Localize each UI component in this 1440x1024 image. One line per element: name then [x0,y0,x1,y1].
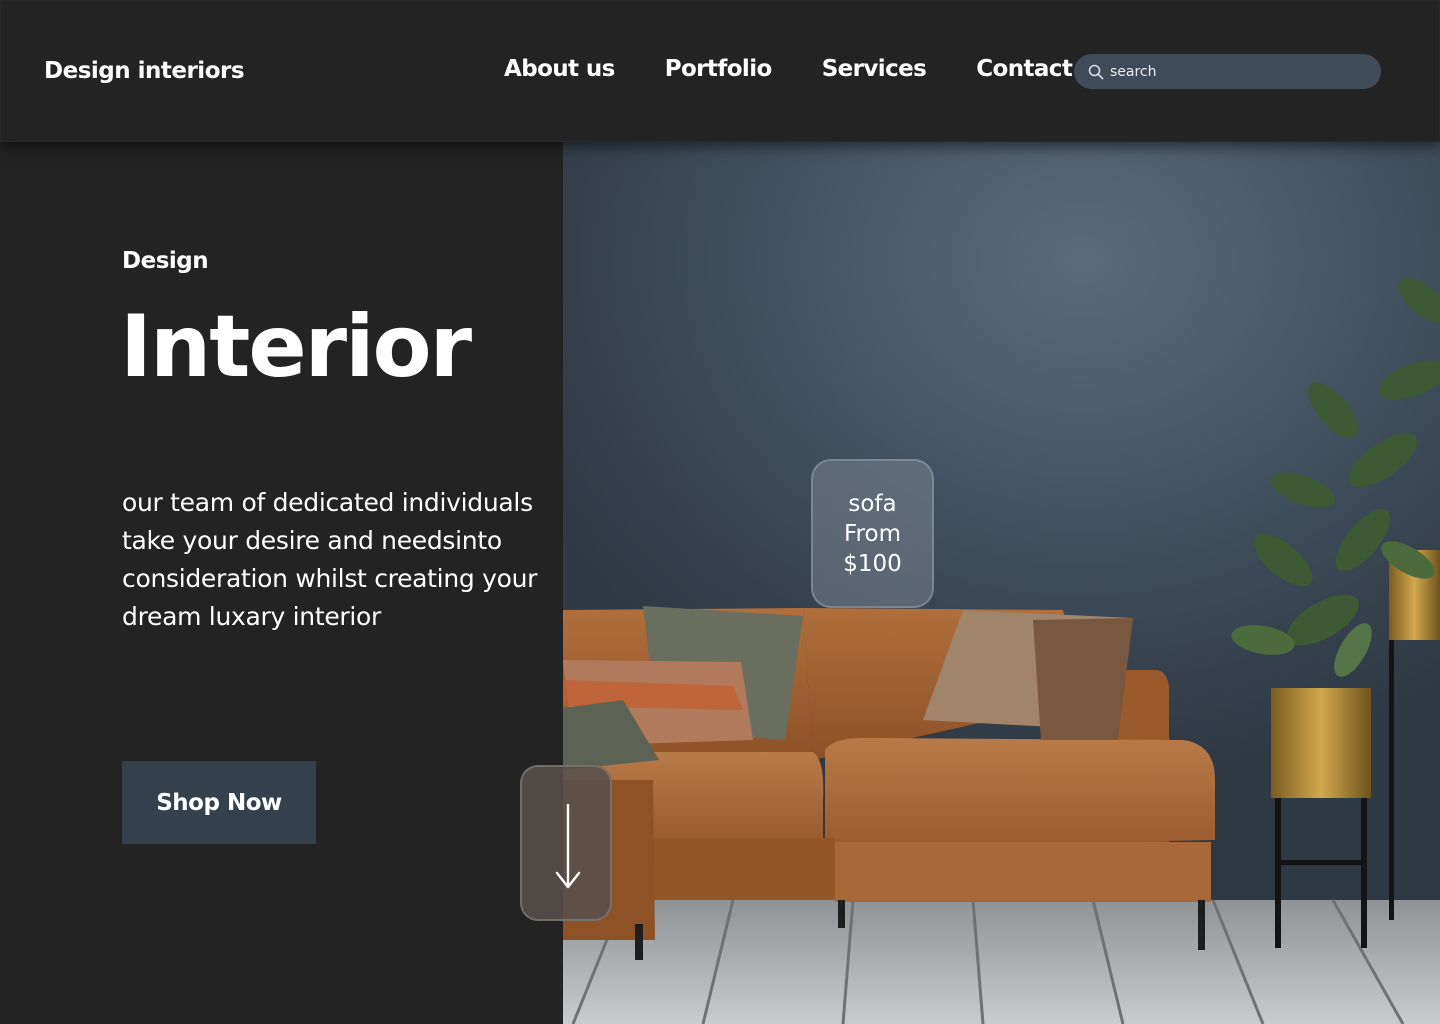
search-input[interactable] [1110,63,1350,80]
hero-eyebrow: Design [122,248,209,274]
nav-portfolio[interactable]: Portfolio [665,56,773,82]
brand-logo[interactable]: Design interiors [44,58,245,84]
scroll-down-button[interactable] [520,765,612,921]
site-header: Design interiors About us Portfolio Serv… [0,0,1440,142]
living-room-illustration [563,277,1440,1024]
price-tag-amount: $100 [843,550,902,577]
search-bar[interactable] [1074,54,1381,89]
search-icon [1088,64,1104,80]
hero-title: Interior [120,297,472,397]
sofa-price-tag[interactable]: sofa From $100 [811,459,934,608]
wooden-floor [563,899,1440,1024]
hero-description: our team of dedicated individuals take y… [122,488,538,631]
arrow-down-icon [555,803,581,889]
price-tag-product: sofa [848,490,897,517]
nav-services[interactable]: Services [822,56,927,82]
shop-now-button[interactable]: Shop Now [122,761,316,844]
price-tag-from: From [844,520,901,547]
main-nav: About us Portfolio Services Contact [504,56,1073,82]
nav-about-us[interactable]: About us [504,56,615,82]
nav-contact[interactable]: Contact [976,56,1073,82]
hero-living-room-image [563,140,1440,1024]
